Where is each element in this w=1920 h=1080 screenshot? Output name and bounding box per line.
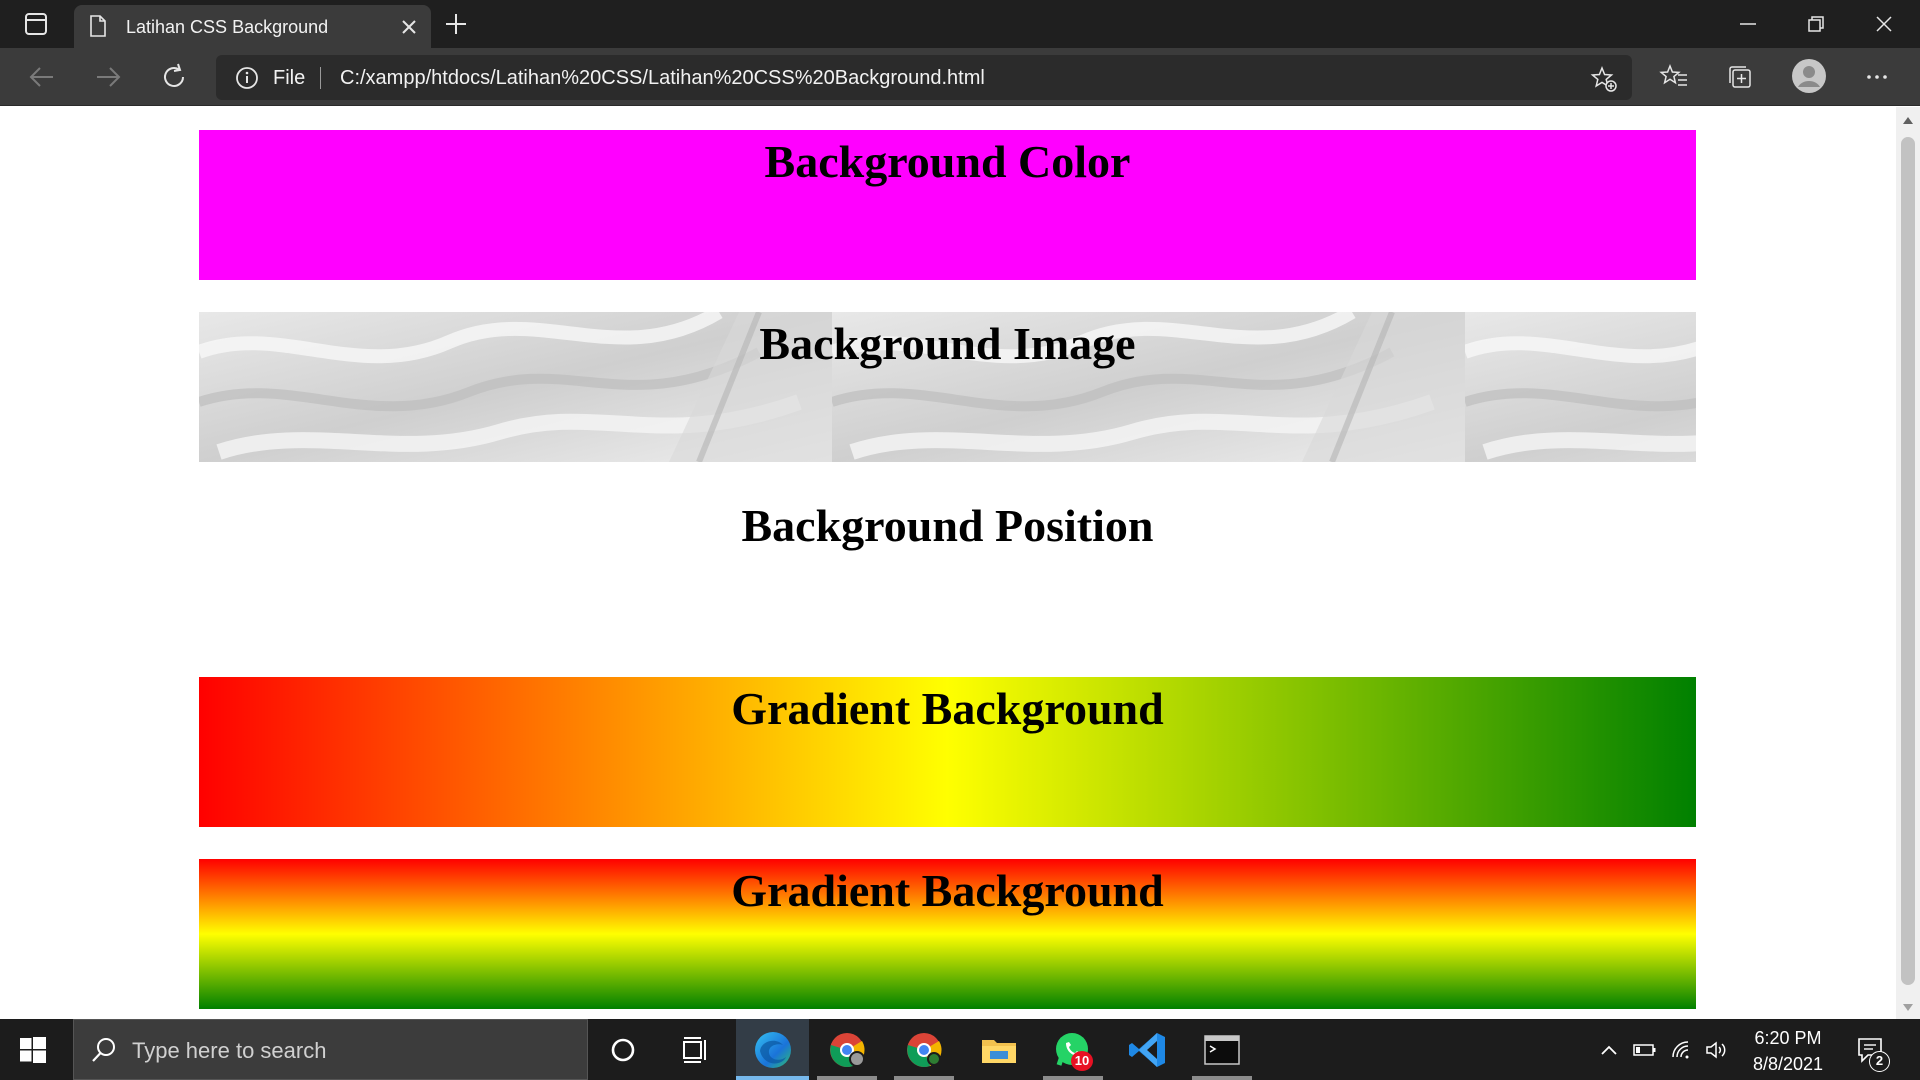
more-options-icon[interactable] (1862, 62, 1892, 92)
battery-icon[interactable] (1633, 1039, 1657, 1061)
add-favorite-icon[interactable] (1590, 65, 1618, 93)
section-heading: Gradient Background (731, 865, 1164, 916)
info-icon[interactable] (235, 66, 259, 90)
chrome-icon[interactable] (903, 1029, 945, 1071)
chrome-open-indicator (817, 1076, 877, 1080)
chrome-open-indicator (894, 1076, 954, 1080)
horizontal-gradient-box: Gradient Background (199, 677, 1696, 827)
address-bar[interactable]: File C:/xampp/htdocs/Latihan%20CSS/Latih… (216, 55, 1632, 100)
whatsapp-open-indicator (1043, 1076, 1103, 1080)
browser-tab-bar: Latihan CSS Background (0, 0, 1920, 48)
edge-icon[interactable] (752, 1029, 794, 1071)
scroll-down-icon[interactable] (1903, 1004, 1913, 1011)
terminal-icon[interactable] (1201, 1029, 1243, 1071)
taskbar-search-box[interactable]: Type here to search (73, 1019, 588, 1080)
windows-taskbar: Type here to search 10 6:20 PM 8/8/2021 … (0, 1019, 1920, 1080)
scrollbar-thumb[interactable] (1901, 137, 1915, 985)
background-color-box: Background Color (199, 130, 1696, 280)
search-icon (92, 1038, 115, 1062)
section-heading: Background Image (759, 318, 1136, 369)
address-scheme: File (273, 67, 306, 89)
volume-icon[interactable] (1704, 1039, 1728, 1061)
active-tab[interactable]: Latihan CSS Background (74, 5, 431, 48)
address-separator (320, 67, 321, 89)
section-heading: Background Color (764, 136, 1131, 187)
tab-actions-icon[interactable] (16, 11, 54, 37)
forward-icon[interactable] (93, 62, 123, 92)
refresh-icon[interactable] (159, 62, 189, 92)
scroll-up-icon[interactable] (1903, 117, 1913, 124)
clock-date: 8/8/2021 (1752, 1054, 1824, 1074)
chrome-profile-icon[interactable] (826, 1029, 868, 1071)
page-viewport: Background Color Background Image Backgr… (0, 107, 1896, 1019)
vscode-icon[interactable] (1127, 1029, 1169, 1071)
close-window-icon[interactable] (1870, 10, 1898, 38)
edge-active-indicator (736, 1076, 809, 1080)
tab-title: Latihan CSS Background (126, 17, 329, 37)
background-image-box: Background Image (199, 312, 1696, 462)
system-clock[interactable]: 6:20 PM 8/8/2021 (1740, 1025, 1836, 1077)
notification-count-badge: 2 (1869, 1051, 1890, 1072)
new-tab-icon[interactable] (444, 12, 468, 36)
vertical-scrollbar[interactable] (1896, 107, 1920, 1019)
url-text[interactable]: C:/xampp/htdocs/Latihan%20CSS/Latihan%20… (340, 65, 985, 91)
show-hidden-icons-chevron-up-icon[interactable] (1597, 1039, 1621, 1061)
section-heading: Background Position (741, 500, 1154, 551)
close-tab-icon[interactable] (399, 17, 419, 37)
browser-toolbar: File C:/xampp/htdocs/Latihan%20CSS/Latih… (0, 48, 1920, 106)
cortana-icon[interactable] (602, 1029, 644, 1071)
restore-icon[interactable] (1802, 10, 1830, 38)
terminal-open-indicator (1192, 1076, 1252, 1080)
windows-start-icon[interactable] (20, 1037, 46, 1063)
vertical-gradient-box: Gradient Background (199, 859, 1696, 1009)
clock-time: 6:20 PM (1754, 1028, 1822, 1048)
section-heading: Gradient Background (731, 683, 1164, 734)
background-position-box: Background Position (199, 494, 1696, 644)
minimize-icon[interactable] (1734, 10, 1762, 38)
collections-icon[interactable] (1725, 62, 1755, 92)
favorites-icon[interactable] (1659, 62, 1689, 92)
task-view-icon[interactable] (675, 1029, 717, 1071)
file-explorer-icon[interactable] (978, 1029, 1020, 1071)
page-icon (90, 15, 106, 37)
back-icon[interactable] (27, 62, 57, 92)
profile-avatar-icon[interactable] (1791, 58, 1827, 94)
search-placeholder: Type here to search (132, 1038, 327, 1063)
wifi-icon[interactable] (1670, 1039, 1694, 1061)
whatsapp-badge: 10 (1071, 1051, 1093, 1071)
